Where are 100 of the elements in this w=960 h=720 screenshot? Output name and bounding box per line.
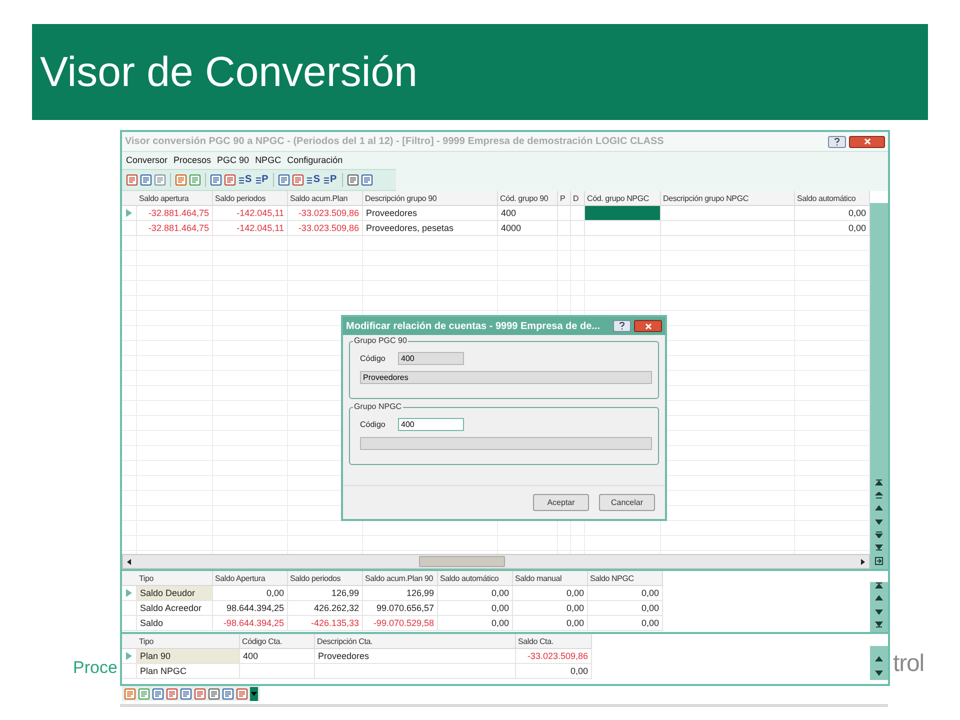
toolbar-icon[interactable] [175,174,187,186]
menu-item[interactable]: Conversor [126,154,168,168]
first-record-icon[interactable] [875,479,883,486]
column-header[interactable]: Saldo Apertura [213,571,288,585]
toolbar-icon[interactable] [208,688,220,700]
menu-item[interactable]: PGC 90 [217,154,250,168]
table-row[interactable]: Saldo Acreedor 98.644.394,25 426.262,32 99.070.656,57 0,00 0,00 0,00 [122,601,663,616]
table-cell: 0,00 [213,586,288,600]
first-record-icon[interactable] [875,582,883,589]
table-cell: 126,99 [288,586,363,600]
toolbar-icon[interactable] [346,174,359,186]
toolbar-icon[interactable] [189,174,201,186]
toolbar-button[interactable]: P [323,175,338,185]
close-icon[interactable] [634,320,662,332]
last-record-icon[interactable] [875,544,883,551]
column-header[interactable]: Saldo manual [513,571,588,585]
table-row[interactable]: Saldo Deudor 0,00 126,99 126,99 0,00 0,00 0,00 [122,586,663,601]
table-cell: -32.881.464,75 [137,206,213,220]
toolbar-icon[interactable] [138,688,150,700]
toolbar-icon[interactable] [140,174,152,186]
table-cell: Saldo Deudor [137,586,213,600]
column-header[interactable]: Código Cta. [240,634,315,648]
column-header[interactable]: Saldo NPGC [588,571,663,585]
menu-item[interactable]: Configuración [287,154,343,168]
scrollbar-thumb[interactable] [419,556,505,567]
up-arrow-icon[interactable] [875,505,883,512]
column-header[interactable]: Descripción Cta. [315,634,516,648]
last-record-icon[interactable] [875,621,883,628]
slide-title: Visor de Conversión [40,51,418,93]
table-cell: 400 [240,649,315,663]
up-arrow-icon[interactable] [875,656,883,663]
expand-icon[interactable] [250,686,258,700]
page-down-icon[interactable] [875,531,883,538]
table-cell: 0,00 [588,616,663,630]
up-arrow-icon[interactable] [875,595,883,602]
column-header[interactable]: Saldo periodos [213,191,288,205]
column-header[interactable]: Tipo [137,571,213,585]
down-arrow-icon[interactable] [875,608,883,615]
dialog-title: Modificar relación de cuentas - 9999 Empresa de de... [346,320,600,334]
table-cell: 0,00 [513,616,588,630]
column-header[interactable]: Saldo periodos [288,571,363,585]
code-field[interactable]: 400 [398,352,464,365]
column-header[interactable]: Descripción grupo NPGC [661,191,795,205]
description-field[interactable] [360,437,652,450]
page-up-icon[interactable] [875,492,883,499]
table-cell: Saldo [137,616,213,630]
column-header[interactable]: Saldo acum.Plan 90 [363,571,438,585]
table-cell: 126,99 [363,586,438,600]
column-header[interactable]: P [558,191,571,205]
description-field[interactable]: Proveedores [360,371,652,384]
toolbar-button[interactable]: P [254,175,270,185]
help-icon[interactable] [613,320,631,332]
horizontal-scrollbar[interactable] [122,554,870,569]
table-cell: 4000 [498,221,558,235]
close-icon[interactable] [849,136,885,148]
column-header[interactable]: Saldo Cta. [516,634,592,648]
toolbar-icon[interactable] [126,174,138,186]
column-header[interactable]: Saldo apertura [137,191,213,205]
table-cell: 0,00 [438,616,513,630]
toolbar-icon[interactable] [278,174,290,186]
toolbar-icon[interactable] [194,688,206,700]
table-row[interactable]: -32.881.464,75 -142.045,11 -33.023.509,86 Proveedores 400 0,00 [122,206,870,221]
menu-item[interactable]: Procesos [174,154,212,168]
table-row[interactable]: -32.881.464,75 -142.045,11 -33.023.509,86 Proveedores, pesetas 4000 0,00 [122,221,870,236]
column-header[interactable]: Saldo acum.Plan [288,191,363,205]
scroll-right-icon[interactable] [859,558,867,566]
toolbar-icon[interactable] [360,174,373,186]
table-cell: -32.881.464,75 [137,221,213,235]
table-cell: 400 [498,206,558,220]
toolbar-icon[interactable] [236,688,248,700]
toolbar-icon[interactable] [180,688,192,700]
table-row[interactable]: Plan NPGC 0,00 [122,664,592,679]
toolbar-icon[interactable] [210,174,222,186]
table-row[interactable]: Plan 90 400 Proveedores -33.023.509,86 [122,649,592,664]
column-header[interactable]: Cód. grupo 90 [498,191,558,205]
toolbar-icon[interactable] [292,174,304,186]
toolbar-icon[interactable] [222,688,234,700]
menu-item[interactable]: NPGC [255,154,282,168]
toolbar-button[interactable]: S [306,175,322,185]
toolbar-icon[interactable] [166,688,178,700]
table-cell: -142.045,11 [213,221,288,235]
scroll-left-icon[interactable] [125,558,133,566]
toolbar-icon[interactable] [124,688,136,700]
column-header[interactable]: D [571,191,585,205]
dialog-button[interactable]: Aceptar [533,494,589,511]
column-header[interactable]: Saldo automático [438,571,513,585]
toolbar-icon[interactable] [152,688,164,700]
toolbar-icon[interactable] [224,174,236,186]
toolbar-button[interactable]: S [238,175,253,185]
code-field[interactable]: 400 [398,418,464,431]
export-icon[interactable] [875,557,883,565]
down-arrow-icon[interactable] [875,669,883,676]
help-icon[interactable] [828,136,846,148]
column-header[interactable]: Cód. grupo NPGC [585,191,661,205]
dialog-button[interactable]: Cancelar [599,494,655,511]
toolbar-icon[interactable] [154,174,166,186]
column-header[interactable]: Tipo [137,634,240,648]
down-arrow-icon[interactable] [875,518,883,525]
column-header[interactable]: Descripción grupo 90 [363,191,498,205]
table-row[interactable]: Saldo -98.644.394,25 -426.135,33 -99.070.529,58 0,00 0,00 0,00 [122,616,663,631]
